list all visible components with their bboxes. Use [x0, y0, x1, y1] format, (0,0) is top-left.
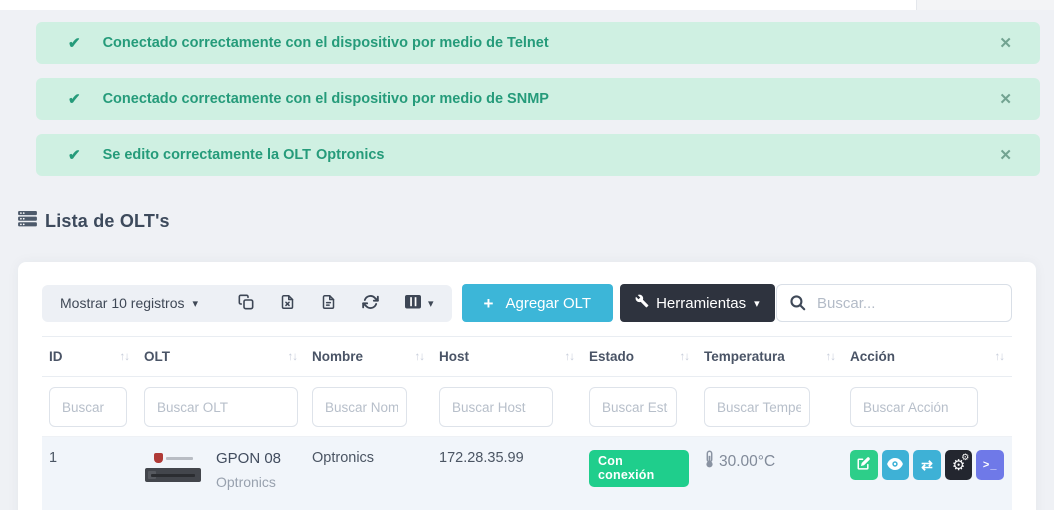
- top-strip-white: [0, 0, 917, 10]
- col-header-host[interactable]: Host↑↓: [432, 337, 582, 377]
- filter-nombre-input[interactable]: [312, 387, 407, 427]
- sort-icon: ↑↓: [826, 351, 836, 363]
- table-filter-row: [42, 377, 1012, 437]
- alert-olt-edited: ✔ Se edito correctamente la OLTOptronics…: [36, 134, 1040, 176]
- olt-brand: Optronics: [216, 474, 281, 490]
- col-header-estado[interactable]: Estado↑↓: [582, 337, 697, 377]
- file-text-icon: [321, 294, 336, 313]
- excel-file-icon: [280, 294, 295, 313]
- server-icon: [18, 211, 37, 232]
- filter-estado-input[interactable]: [589, 387, 677, 427]
- chevron-down-icon: ▾: [754, 297, 760, 310]
- close-icon[interactable]: ✕: [995, 32, 1016, 55]
- olt-list-card: Mostrar 10 registros ▾: [18, 262, 1036, 510]
- page-length-label: Mostrar 10 registros: [60, 295, 184, 311]
- alert-message: Se edito correctamente la OLTOptronics: [103, 147, 385, 163]
- refresh-button[interactable]: [362, 288, 379, 319]
- temperature-value: 30.00°C: [719, 453, 775, 471]
- filter-accion-input[interactable]: [850, 387, 978, 427]
- add-olt-label: Agregar OLT: [505, 295, 591, 312]
- cell-accion: ⇄ ⚙ ⚙ >_: [843, 437, 1012, 510]
- alert-snmp: ✔ Conectado correctamente con el disposi…: [36, 78, 1040, 120]
- cell-olt: GPON 08 Optronics: [137, 437, 305, 510]
- filter-id-input[interactable]: [49, 387, 127, 427]
- chevron-down-icon: ▾: [192, 297, 198, 310]
- tools-label: Herramientas: [656, 295, 746, 312]
- sort-icon: ↑↓: [680, 351, 690, 363]
- top-chrome-strip: [0, 0, 1054, 10]
- transfer-arrows-icon: ⇄: [921, 457, 933, 474]
- alert-message: Conectado correctamente con el dispositi…: [103, 91, 549, 107]
- filter-host-input[interactable]: [439, 387, 553, 427]
- gear-small-icon: ⚙: [961, 453, 969, 462]
- page-title-text: Lista de OLT's: [45, 211, 170, 232]
- column-visibility-button[interactable]: ▾: [405, 289, 434, 318]
- olt-model: GPON 08: [216, 450, 281, 467]
- view-button[interactable]: [882, 450, 910, 480]
- sort-icon: ↑↓: [288, 351, 298, 363]
- tools-dropdown-button[interactable]: Herramientas ▾: [620, 284, 775, 322]
- filter-olt-input[interactable]: [144, 387, 298, 427]
- export-file-button[interactable]: [321, 288, 336, 319]
- cell-estado: Con conexión: [582, 437, 697, 510]
- add-olt-button[interactable]: + Agregar OLT: [462, 284, 614, 322]
- edit-button[interactable]: [850, 450, 878, 480]
- sort-icon: ↑↓: [415, 351, 425, 363]
- status-badge: Con conexión: [589, 450, 689, 487]
- brand-logo-icon: [154, 453, 163, 463]
- check-icon: ✔: [68, 34, 81, 52]
- col-header-id[interactable]: ID↑↓: [42, 337, 137, 377]
- table-row: 1 GPON 08 Optronics Optronics 172.: [42, 437, 1012, 510]
- copy-icon: [238, 294, 254, 313]
- close-icon[interactable]: ✕: [995, 144, 1016, 167]
- columns-icon: [405, 295, 421, 312]
- sort-icon: ↑↓: [995, 351, 1005, 363]
- export-excel-button[interactable]: [280, 288, 295, 319]
- cell-temperatura: 30.00°C: [697, 437, 843, 510]
- chevron-down-icon: ▾: [428, 297, 434, 310]
- filter-temperatura-input[interactable]: [704, 387, 810, 427]
- search-input[interactable]: [776, 284, 1012, 322]
- table-header-row: ID↑↓ OLT↑↓ Nombre↑↓ Host↑↓ Estado↑↓ Temp…: [42, 337, 1012, 377]
- check-icon: ✔: [68, 90, 81, 108]
- olt-device-image: [144, 450, 202, 490]
- plus-icon: +: [484, 295, 494, 312]
- thermometer-icon: [704, 450, 715, 474]
- terminal-prompt-icon: >_: [983, 459, 998, 471]
- brand-logo-text: [166, 457, 193, 460]
- close-icon[interactable]: ✕: [995, 88, 1016, 111]
- sort-icon: ↑↓: [120, 351, 130, 363]
- cell-nombre: Optronics: [305, 437, 432, 510]
- edit-pen-icon: [856, 456, 871, 474]
- terminal-button[interactable]: >_: [976, 450, 1004, 480]
- wrench-icon: [635, 294, 656, 312]
- eye-icon: [887, 458, 903, 473]
- table-toolbar: Mostrar 10 registros ▾: [42, 284, 1012, 322]
- top-strip-gray: [917, 0, 1054, 10]
- col-header-olt[interactable]: OLT↑↓: [137, 337, 305, 377]
- cell-id: 1: [42, 437, 137, 510]
- col-header-temperatura[interactable]: Temperatura↑↓: [697, 337, 843, 377]
- alert-telnet: ✔ Conectado correctamente con el disposi…: [36, 22, 1040, 64]
- sort-icon: ↑↓: [565, 351, 575, 363]
- alert-message: Conectado correctamente con el dispositi…: [103, 35, 549, 51]
- alerts-container: ✔ Conectado correctamente con el disposi…: [36, 22, 1040, 176]
- refresh-icon: [362, 294, 379, 313]
- global-search: [776, 284, 1012, 322]
- alert-message-bold: Optronics: [316, 147, 384, 163]
- check-icon: ✔: [68, 146, 81, 164]
- device-chassis: [145, 468, 201, 482]
- col-header-accion[interactable]: Acción↑↓: [843, 337, 1012, 377]
- col-header-nombre[interactable]: Nombre↑↓: [305, 337, 432, 377]
- settings-button[interactable]: ⚙ ⚙: [945, 450, 973, 480]
- transfer-button[interactable]: ⇄: [913, 450, 941, 480]
- olt-table: ID↑↓ OLT↑↓ Nombre↑↓ Host↑↓ Estado↑↓ Temp…: [42, 336, 1012, 510]
- page-length-select[interactable]: Mostrar 10 registros ▾: [60, 295, 212, 311]
- page-title: Lista de OLT's: [18, 211, 170, 232]
- copy-button[interactable]: [238, 288, 254, 319]
- cell-host: 172.28.35.99: [432, 437, 582, 510]
- export-button-group: Mostrar 10 registros ▾: [42, 285, 452, 322]
